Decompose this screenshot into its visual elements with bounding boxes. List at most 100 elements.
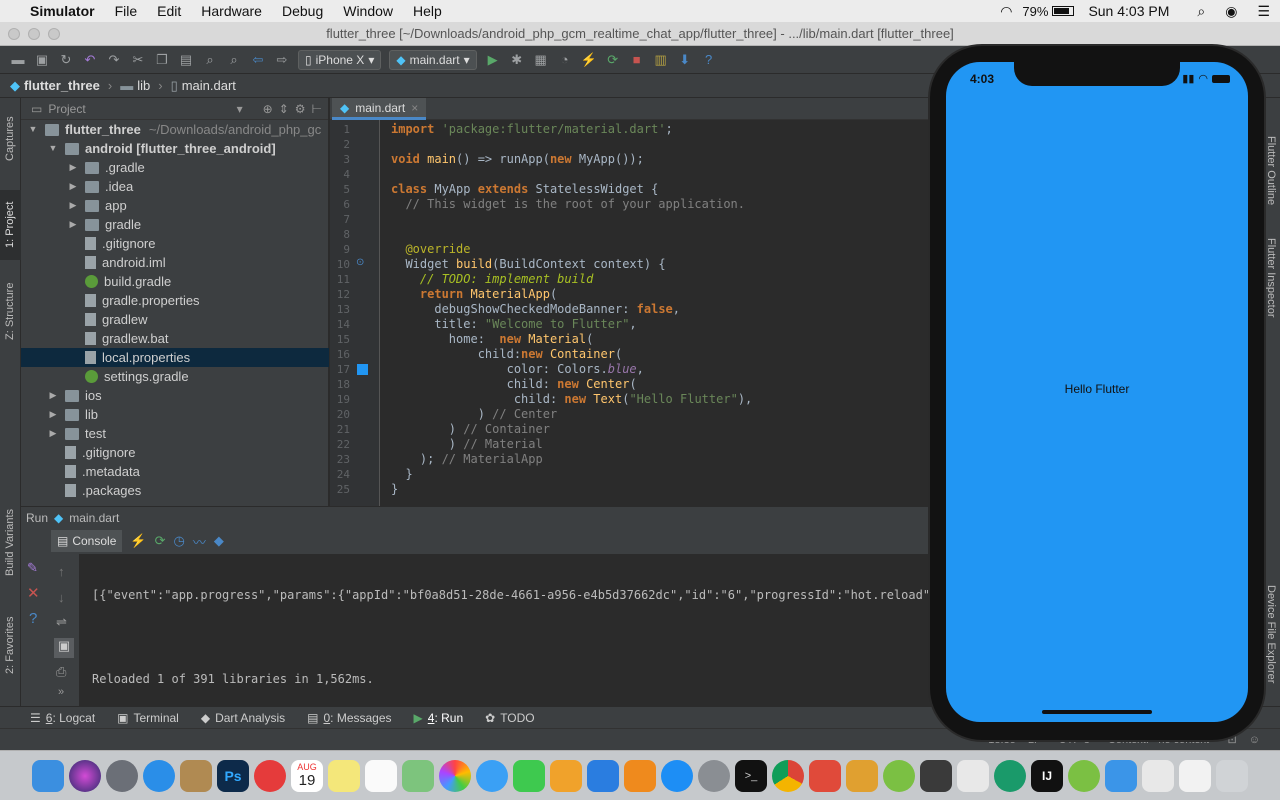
xcode-instruments-icon[interactable]: [957, 759, 989, 792]
intellij-icon[interactable]: IJ: [1031, 759, 1063, 792]
chevron-right-icon[interactable]: ▶: [47, 424, 59, 443]
hot-restart-icon[interactable]: ⟳: [155, 533, 166, 549]
tree-item[interactable]: local.properties: [21, 348, 329, 367]
calendar-icon[interactable]: AUG 19: [291, 759, 323, 792]
tree-item[interactable]: settings.gradle: [21, 367, 329, 386]
trash-icon[interactable]: [1216, 759, 1248, 792]
project-view-selector[interactable]: Project: [48, 102, 85, 116]
stop-icon[interactable]: ■: [628, 51, 646, 69]
pages-icon[interactable]: [550, 759, 582, 792]
chevron-down-icon[interactable]: ▼: [47, 139, 59, 158]
chevron-down-icon[interactable]: ▾: [237, 102, 243, 116]
chevron-right-icon[interactable]: ▶: [67, 177, 79, 196]
hot-restart-icon[interactable]: ⟳: [604, 51, 622, 69]
home-indicator[interactable]: [1042, 710, 1152, 714]
close-window-button[interactable]: [8, 28, 20, 40]
soft-wrap-icon[interactable]: ⇌: [56, 614, 67, 630]
console-output[interactable]: [{"event":"app.progress","params":{"appI…: [80, 554, 930, 706]
breadcrumb-project[interactable]: ◆ flutter_three: [10, 78, 100, 94]
sublime-icon[interactable]: [846, 759, 878, 792]
tab-favorites[interactable]: 2: Favorites: [0, 608, 21, 682]
chevron-right-icon[interactable]: ▶: [67, 215, 79, 234]
locate-icon[interactable]: ⊕: [263, 102, 273, 116]
tab-captures[interactable]: Captures: [0, 104, 21, 174]
tab-bottom-3[interactable]: ▤ 0: Messages: [307, 711, 391, 725]
unity-icon[interactable]: [920, 759, 952, 792]
hide-panel-icon[interactable]: ⊢: [312, 102, 322, 116]
timer-icon[interactable]: ◷: [173, 533, 184, 549]
filezilla-icon[interactable]: [809, 759, 841, 792]
minimize-window-button[interactable]: [28, 28, 40, 40]
tab-bottom-1[interactable]: ▣ Terminal: [117, 711, 179, 725]
notification-center-icon[interactable]: ☰: [1247, 3, 1280, 20]
tree-item[interactable]: gradle.properties: [21, 291, 329, 310]
tree-item[interactable]: ▶ .idea: [21, 177, 329, 196]
print-icon[interactable]: ⎙: [56, 664, 66, 680]
atom-icon[interactable]: [994, 759, 1026, 792]
gear-icon[interactable]: ⚙: [295, 102, 306, 116]
hot-reload-icon[interactable]: ⚡: [130, 533, 146, 549]
override-marker-icon[interactable]: ⊙: [356, 257, 364, 268]
save-all-icon[interactable]: ▣: [33, 51, 51, 69]
tree-item[interactable]: ▶ ios: [21, 386, 329, 405]
attach-debugger-icon[interactable]: ✎: [27, 560, 38, 576]
tree-item[interactable]: .metadata: [21, 462, 329, 481]
tab-main-dart[interactable]: ◆ main.dart ×: [332, 98, 427, 120]
menu-help[interactable]: Help: [403, 3, 452, 19]
chrome-icon[interactable]: [772, 759, 804, 792]
copy-icon[interactable]: ❐: [153, 51, 171, 69]
collapse-icon[interactable]: ⇕: [279, 102, 289, 116]
tab-console[interactable]: ▤ Console: [51, 530, 123, 552]
close-icon[interactable]: ✕: [27, 584, 40, 602]
battery-icon[interactable]: [1052, 6, 1075, 16]
tree-item[interactable]: .gitignore: [21, 443, 329, 462]
breadcrumb-file[interactable]: ▯ main.dart: [171, 78, 236, 94]
tree-item[interactable]: ▼ flutter_three ~/Downloads/android_php_gc: [21, 120, 329, 139]
tree-item[interactable]: .packages: [21, 481, 329, 500]
photoshop-icon[interactable]: Ps: [217, 759, 249, 792]
debug-icon[interactable]: ✱: [508, 51, 526, 69]
music-app-icon[interactable]: [254, 759, 286, 792]
zoom-window-button[interactable]: [48, 28, 60, 40]
tree-item[interactable]: gradlew.bat: [21, 329, 329, 348]
inspector-icon[interactable]: ☺: [1249, 734, 1260, 746]
code-editor[interactable]: import 'package:flutter/material.dart'; v…: [381, 120, 930, 506]
reminders-icon[interactable]: [365, 759, 397, 792]
undo-icon[interactable]: ↶: [81, 51, 99, 69]
contacts-icon[interactable]: [180, 759, 212, 792]
sync-icon[interactable]: ↻: [57, 51, 75, 69]
redo-icon[interactable]: ↷: [105, 51, 123, 69]
color-swatch-icon[interactable]: [357, 364, 368, 375]
terminal-icon[interactable]: >_: [735, 759, 767, 792]
tree-item[interactable]: ▶ test: [21, 424, 329, 443]
menu-debug[interactable]: Debug: [272, 3, 333, 19]
chevron-right-icon[interactable]: ▶: [47, 386, 59, 405]
xcode-icon[interactable]: [1105, 759, 1137, 792]
help-icon[interactable]: ?: [29, 610, 37, 627]
downloads-stack-icon[interactable]: [1179, 759, 1211, 792]
menubar-clock[interactable]: Sun 4:03 PM: [1088, 3, 1187, 19]
tree-item[interactable]: ▶ gradle: [21, 215, 329, 234]
chevron-right-icon[interactable]: ▶: [47, 405, 59, 424]
books-icon[interactable]: [624, 759, 656, 792]
messages-icon[interactable]: [476, 759, 508, 792]
help-icon[interactable]: ?: [700, 51, 718, 69]
siri-icon[interactable]: ◉: [1215, 3, 1247, 20]
tab-build-variants[interactable]: Build Variants: [0, 502, 21, 582]
notes-icon[interactable]: [328, 759, 360, 792]
forward-icon[interactable]: ⇨: [273, 51, 291, 69]
wifi-icon[interactable]: ◠: [990, 3, 1022, 20]
tree-item[interactable]: ▶ lib: [21, 405, 329, 424]
tab-structure[interactable]: Z: Structure: [0, 274, 21, 348]
menu-edit[interactable]: Edit: [147, 3, 191, 19]
spotlight-icon[interactable]: ⌕: [1187, 3, 1215, 20]
tree-item[interactable]: gradlew: [21, 310, 329, 329]
cut-icon[interactable]: ✂: [129, 51, 147, 69]
menu-app-name[interactable]: Simulator: [20, 3, 105, 19]
system-preferences-icon[interactable]: [698, 759, 730, 792]
run-config-selector[interactable]: ◆ main.dart ▾: [389, 49, 477, 70]
android-studio-2-icon[interactable]: [1068, 759, 1100, 792]
menu-hardware[interactable]: Hardware: [191, 3, 272, 19]
preview-icon[interactable]: [1142, 759, 1174, 792]
tree-item[interactable]: ▶ app: [21, 196, 329, 215]
